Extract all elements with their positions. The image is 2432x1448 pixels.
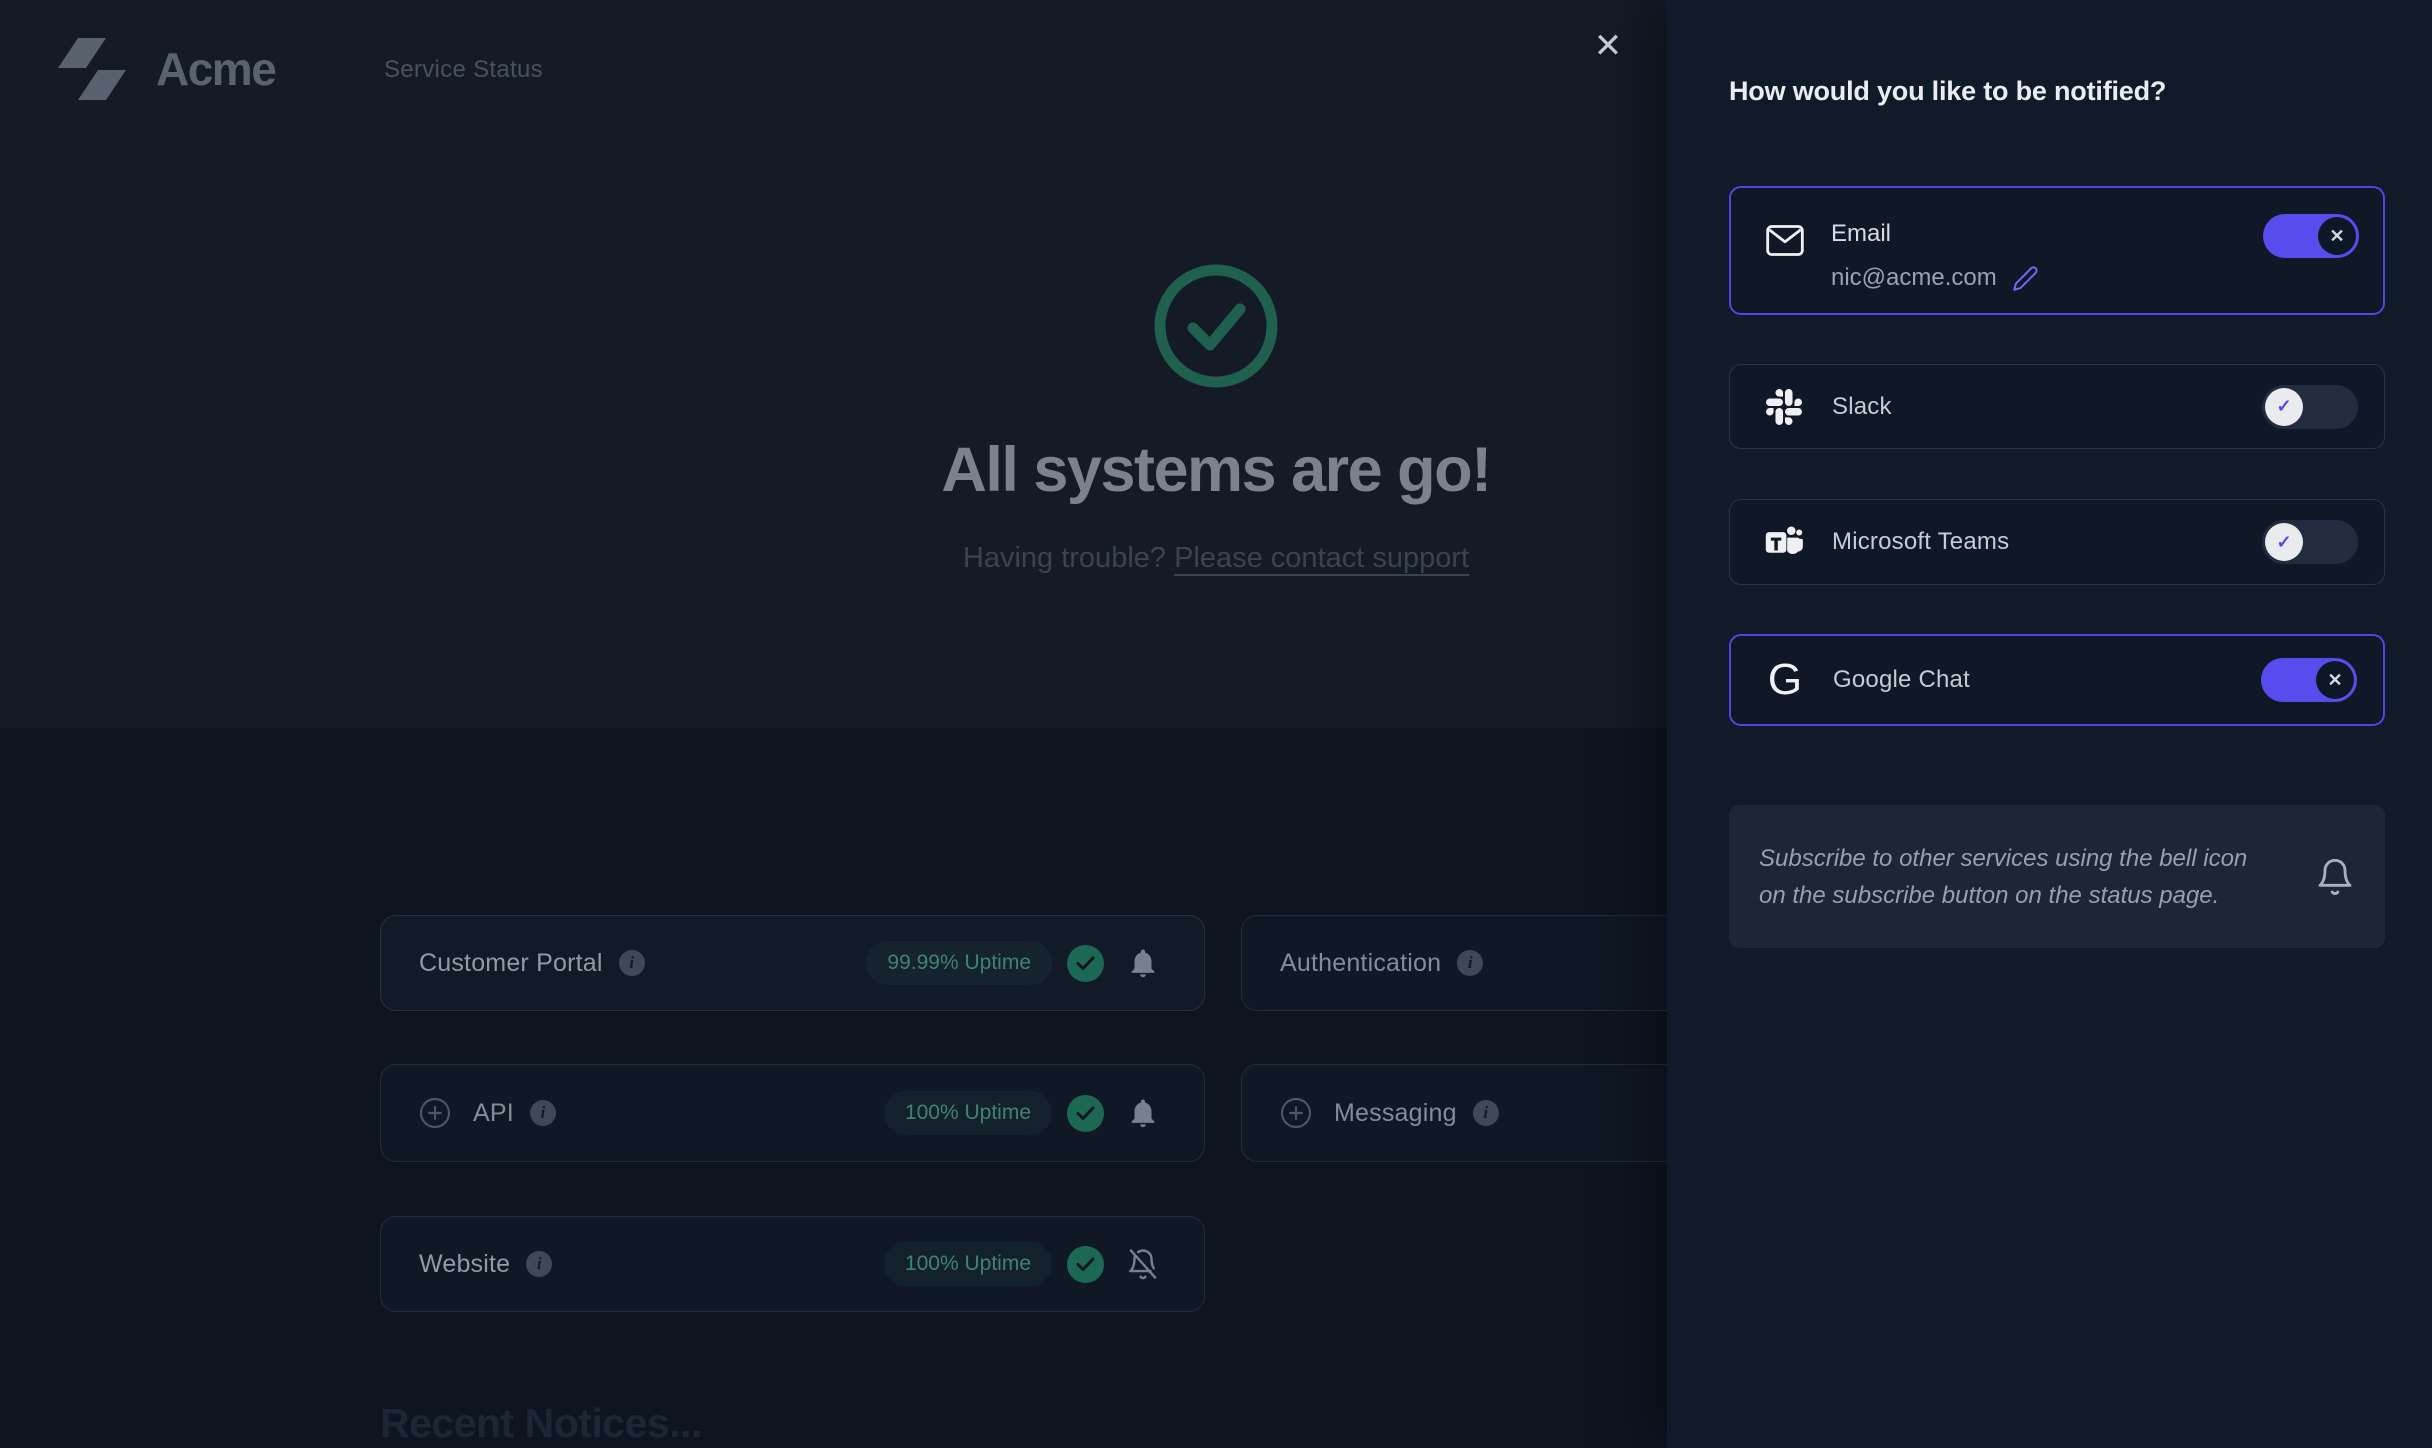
google-chat-icon: G — [1767, 655, 1803, 704]
brand: Acme — [50, 36, 277, 102]
channel-label: Microsoft Teams — [1832, 528, 2010, 555]
page-subtitle: Service Status — [384, 56, 543, 83]
service-label: Website — [419, 1249, 511, 1278]
expand-plus-icon[interactable] — [1280, 1097, 1312, 1129]
email-icon — [1765, 220, 1805, 260]
panel-title: How would you like to be notified? — [1729, 76, 2167, 106]
channel-label: Google Chat — [1833, 666, 1970, 693]
channel-label: Slack — [1832, 392, 1892, 420]
info-icon[interactable]: i — [529, 1100, 556, 1126]
toggle-knob-cross-icon[interactable]: ✕ — [2316, 661, 2354, 699]
bell-icon — [2318, 858, 2352, 895]
brand-name: Acme — [156, 43, 277, 95]
teams-toggle[interactable]: ✓ — [2262, 520, 2358, 564]
service-label: API — [473, 1098, 514, 1127]
service-card-customer-portal[interactable]: Customer Portal i 99.99% Uptime — [380, 915, 1205, 1011]
channel-card-email[interactable]: Email nic@acme.com ✕ — [1729, 186, 2385, 315]
bell-muted-icon[interactable] — [1126, 1247, 1160, 1281]
panel-note-text: Subscribe to other services using the be… — [1759, 844, 2248, 909]
toggle-knob-cross-icon[interactable]: ✕ — [2318, 217, 2356, 255]
toggle-knob-check-icon[interactable]: ✓ — [2265, 523, 2303, 561]
info-icon[interactable]: i — [618, 950, 645, 976]
trouble-text: Having trouble? — [962, 542, 1175, 574]
info-icon[interactable]: i — [1472, 1100, 1499, 1126]
info-icon[interactable]: i — [1457, 950, 1484, 976]
edit-pencil-icon[interactable] — [2012, 265, 2039, 292]
acme-logo-icon — [58, 38, 126, 100]
channel-label: Email — [1831, 220, 1892, 247]
recent-notices-title: Recent Notices... — [380, 1400, 702, 1446]
service-label: Authentication — [1280, 948, 1442, 977]
channel-card-teams[interactable]: Microsoft Teams ✓ — [1729, 499, 2385, 585]
status-ok-icon — [1067, 1094, 1104, 1132]
panel-note: Subscribe to other services using the be… — [1729, 805, 2385, 948]
uptime-badge: 99.99% Uptime — [866, 941, 1052, 985]
uptime-badge: 100% Uptime — [883, 1091, 1052, 1135]
slack-toggle[interactable]: ✓ — [2262, 384, 2358, 429]
uptime-badge: 100% Uptime — [883, 1242, 1052, 1286]
microsoft-teams-icon — [1764, 522, 1804, 562]
channel-card-google-chat[interactable]: G Google Chat ✕ — [1729, 634, 2385, 726]
toggle-knob-check-icon[interactable]: ✓ — [2265, 387, 2303, 426]
status-ok-icon — [1067, 1245, 1104, 1283]
channel-card-slack[interactable]: Slack ✓ — [1729, 364, 2385, 449]
email-address: nic@acme.com — [1831, 264, 1997, 291]
contact-support-link[interactable]: Please contact support — [1174, 542, 1469, 574]
notification-panel: How would you like to be notified? Email… — [1667, 0, 2432, 1448]
status-ok-icon — [1067, 944, 1104, 982]
all-systems-check-icon — [1154, 264, 1278, 388]
service-card-api[interactable]: API i 100% Uptime — [380, 1064, 1205, 1162]
email-toggle[interactable]: ✕ — [2263, 214, 2359, 258]
bell-subscribed-icon[interactable] — [1126, 946, 1160, 980]
service-card-website[interactable]: Website i 100% Uptime — [380, 1216, 1205, 1312]
service-label: Messaging — [1334, 1098, 1457, 1127]
google-chat-toggle[interactable]: ✕ — [2261, 658, 2357, 702]
expand-plus-icon[interactable] — [419, 1097, 451, 1129]
info-icon[interactable]: i — [526, 1251, 553, 1277]
service-label: Customer Portal — [419, 948, 603, 977]
slack-icon — [1764, 387, 1804, 427]
bell-subscribed-icon[interactable] — [1126, 1096, 1160, 1130]
close-icon[interactable]: ✕ — [1586, 24, 1630, 68]
